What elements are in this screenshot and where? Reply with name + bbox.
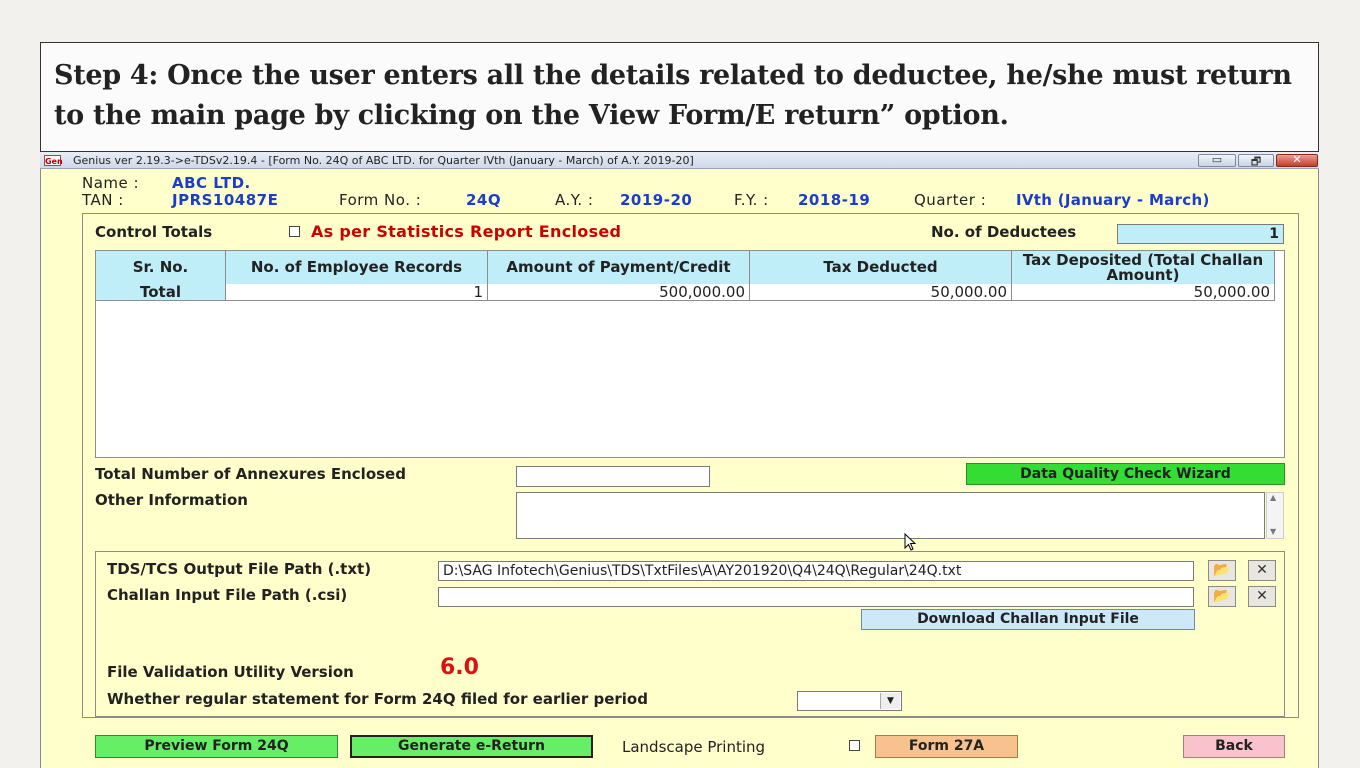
annexures-label: Total Number of Annexures Enclosed xyxy=(95,465,406,483)
other-info-label: Other Information xyxy=(95,491,248,509)
statistics-label: As per Statistics Report Enclosed xyxy=(311,222,622,241)
close-icon: ✕ xyxy=(1292,153,1302,166)
deductees-field[interactable]: 1 xyxy=(1117,224,1284,244)
folder-open-icon[interactable]: 📂 xyxy=(1208,560,1236,581)
ay-value: 2019-20 xyxy=(620,191,693,209)
back-button[interactable]: Back xyxy=(1183,735,1285,758)
maximize-button[interactable]: 🗗 xyxy=(1238,154,1274,168)
maximize-icon: 🗗 xyxy=(1250,155,1262,168)
col-tax-deposited: Tax Deposited (Total Challan Amount) xyxy=(1012,251,1275,284)
fvu-label: File Validation Utility Version xyxy=(107,663,354,681)
download-challan-button[interactable]: Download Challan Input File xyxy=(861,609,1195,630)
total-tax-deposited: 50,000.00 xyxy=(1012,284,1275,301)
annexures-input[interactable] xyxy=(516,466,710,487)
col-tax-deducted: Tax Deducted xyxy=(750,251,1012,284)
statistics-checkbox[interactable] xyxy=(289,226,300,237)
fy-label: F.Y. : xyxy=(734,191,769,209)
tan-value: JPRS10487E xyxy=(172,191,279,209)
total-tax-deducted: 50,000.00 xyxy=(750,284,1012,301)
control-totals-label: Control Totals xyxy=(95,223,213,241)
other-info-textarea[interactable] xyxy=(516,492,1265,539)
tan-label: TAN : xyxy=(82,191,124,209)
caption-text: Step 4: Once the user enters all the det… xyxy=(54,60,1292,131)
landscape-printing-checkbox[interactable] xyxy=(849,740,860,751)
fvu-version: 6.0 xyxy=(440,655,479,680)
challan-path-input[interactable] xyxy=(438,587,1194,607)
deductees-label: No. of Deductees xyxy=(931,223,1077,241)
name-value: ABC LTD. xyxy=(172,174,251,192)
data-quality-check-button[interactable]: Data Quality Check Wizard xyxy=(966,463,1285,485)
total-employee-records: 1 xyxy=(226,284,488,301)
challan-path-label: Challan Input File Path (.csi) xyxy=(107,586,348,604)
name-label: Name : xyxy=(82,174,140,192)
scroll-up-icon[interactable]: ▲ xyxy=(1270,493,1276,502)
output-path-input[interactable]: D:\SAG Infotech\Genius\TDS\TxtFiles\A\AY… xyxy=(438,561,1194,581)
landscape-printing-label: Landscape Printing xyxy=(622,738,766,756)
col-employee-records: No. of Employee Records xyxy=(226,251,488,284)
form-value: 24Q xyxy=(466,191,502,209)
col-sr-no: Sr. No. xyxy=(96,251,226,284)
app-icon[interactable]: Gen xyxy=(44,155,63,166)
preview-form-button[interactable]: Preview Form 24Q xyxy=(95,735,338,758)
output-path-label: TDS/TCS Output File Path (.txt) xyxy=(107,560,372,578)
ay-label: A.Y. : xyxy=(555,191,594,209)
minimize-button[interactable]: ▭ xyxy=(1198,153,1236,167)
quarter-label: Quarter : xyxy=(914,191,987,209)
window-title: Genius ver 2.19.3->e-TDSv2.19.4 - [Form … xyxy=(73,154,694,167)
clear-x-icon[interactable]: ✕ xyxy=(1248,560,1276,581)
form-27a-button[interactable]: Form 27A xyxy=(875,735,1018,758)
folder-open-icon[interactable]: 📂 xyxy=(1208,586,1236,607)
scroll-down-icon[interactable]: ▼ xyxy=(1270,527,1276,536)
regular-statement-label: Whether regular statement for Form 24Q f… xyxy=(107,690,648,708)
col-amount-payment: Amount of Payment/Credit xyxy=(488,251,750,284)
quarter-value: IVth (January - March) xyxy=(1016,191,1210,209)
total-row-label: Total xyxy=(96,284,226,301)
close-button[interactable]: ✕ xyxy=(1276,153,1318,167)
minimize-icon: ▭ xyxy=(1211,153,1223,166)
clear-x-icon[interactable]: ✕ xyxy=(1248,586,1276,607)
dropdown-arrow-icon[interactable]: ▼ xyxy=(880,693,900,709)
generate-e-return-button[interactable]: Generate e-Return xyxy=(350,735,593,758)
total-amount-payment: 500,000.00 xyxy=(488,284,750,301)
fy-value: 2018-19 xyxy=(798,191,871,209)
mouse-cursor-icon xyxy=(904,533,917,551)
form-label: Form No. : xyxy=(339,191,422,209)
